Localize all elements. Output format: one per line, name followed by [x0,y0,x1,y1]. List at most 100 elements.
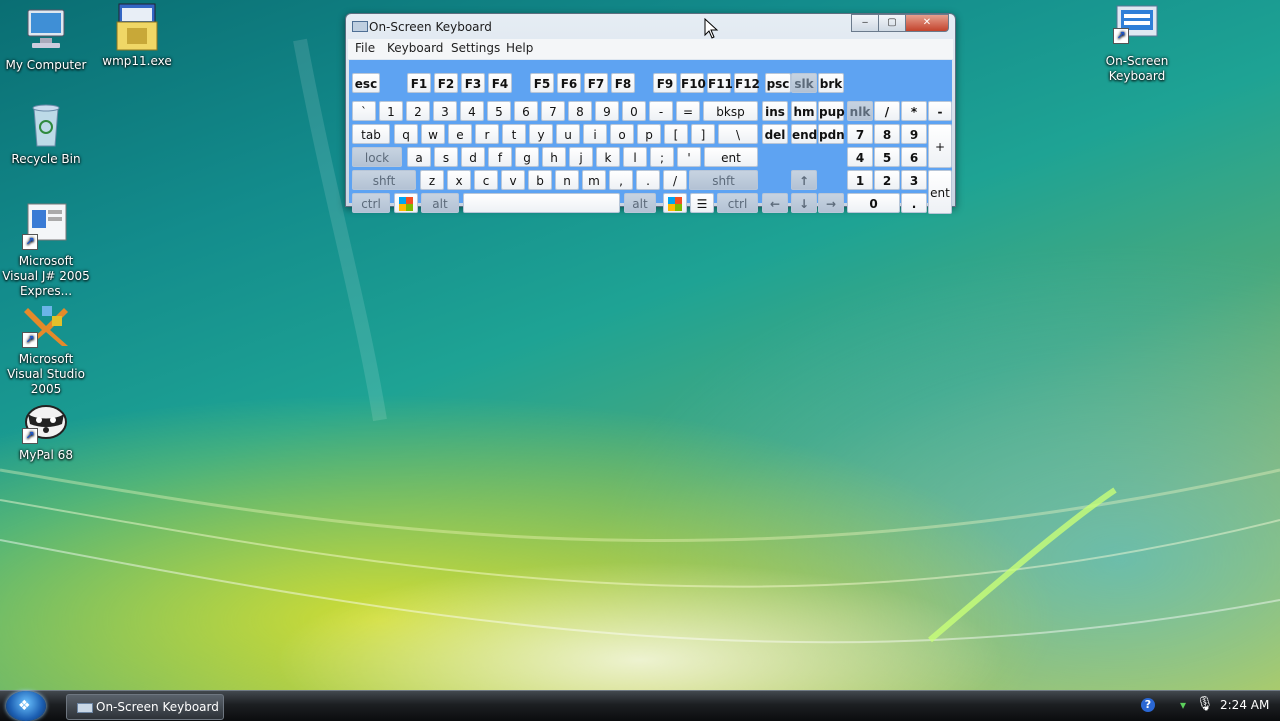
menu-file[interactable]: File [355,41,375,55]
key-2[interactable]: 2 [874,170,900,190]
key-symbol[interactable]: / [663,170,687,190]
key-symbol[interactable]: [ [664,124,688,144]
key-symbol[interactable]: ← [762,193,788,213]
key-i[interactable]: i [583,124,607,144]
key-x[interactable]: x [447,170,471,190]
desktop-icon-wmp11[interactable]: wmp11.exe [91,2,183,69]
network-icon[interactable]: ▾ [1180,698,1186,712]
key-F7[interactable]: F7 [584,73,608,93]
key-F9[interactable]: F9 [653,73,677,93]
key-tab[interactable]: tab [352,124,390,144]
key-symbol[interactable]: , [609,170,633,190]
key-symbol[interactable]: ' [677,147,701,167]
key-c[interactable]: c [474,170,498,190]
key-z[interactable]: z [420,170,444,190]
key-symbol[interactable]: ↑ [791,170,817,190]
key-esc[interactable]: esc [352,73,380,93]
system-clock[interactable]: 2:24 AM [1220,698,1269,712]
key-9[interactable]: 9 [595,101,619,121]
key-symbol[interactable]: . [901,193,927,213]
close-button[interactable]: ✕ [905,14,949,32]
key-del[interactable]: del [762,124,788,144]
key-F11[interactable]: F11 [707,73,733,93]
window-titlebar[interactable]: On-Screen Keyboard ‒ ▢ ✕ [346,14,955,38]
key-F2[interactable]: F2 [434,73,458,93]
key-symbol[interactable]: ` [352,101,376,121]
key-ctrl[interactable]: ctrl [717,193,758,213]
key-9[interactable]: 9 [901,124,927,144]
key-f[interactable]: f [488,147,512,167]
menu-settings[interactable]: Settings [451,41,500,55]
key-q[interactable]: q [394,124,418,144]
key-windows[interactable] [663,193,687,213]
key-m[interactable]: m [582,170,606,190]
key-y[interactable]: y [529,124,553,144]
key-w[interactable]: w [421,124,445,144]
key-space[interactable] [463,193,620,213]
key-1[interactable]: 1 [379,101,403,121]
key-p[interactable]: p [637,124,661,144]
key-a[interactable]: a [407,147,431,167]
desktop-icon-on-screen-keyboard[interactable]: ↗ On-Screen Keyboard [1091,2,1183,84]
key-l[interactable]: l [623,147,647,167]
desktop-icon-recycle-bin[interactable]: Recycle Bin [0,100,92,167]
key-ctrl[interactable]: ctrl [352,193,390,213]
key-nlk[interactable]: nlk [847,101,873,121]
key-r[interactable]: r [475,124,499,144]
key-7[interactable]: 7 [541,101,565,121]
key-windows[interactable] [394,193,418,213]
key-symbol[interactable]: ] [691,124,715,144]
key-s[interactable]: s [434,147,458,167]
key-0[interactable]: 0 [622,101,646,121]
key-F6[interactable]: F6 [557,73,581,93]
key-ent[interactable]: ent [704,147,758,167]
key-alt[interactable]: alt [421,193,459,213]
menu-help[interactable]: Help [506,41,533,55]
desktop-icon-vjsharp[interactable]: ↗ Microsoft Visual J# 2005 Expres... [0,202,92,299]
key-slk[interactable]: slk [791,73,817,93]
key-symbol[interactable]: - [928,101,952,121]
key-v[interactable]: v [501,170,525,190]
key-6[interactable]: 6 [514,101,538,121]
menu-keyboard[interactable]: Keyboard [387,41,443,55]
key-4[interactable]: 4 [460,101,484,121]
key-lock[interactable]: lock [352,147,402,167]
minimize-button[interactable]: ‒ [851,14,879,32]
key-F10[interactable]: F10 [680,73,706,93]
key-symbol[interactable]: * [901,101,927,121]
key-k[interactable]: k [596,147,620,167]
key-F4[interactable]: F4 [488,73,512,93]
key-brk[interactable]: brk [818,73,844,93]
key-symbol[interactable]: + [928,124,952,168]
key-symbol[interactable]: = [676,101,700,121]
key-menu[interactable]: ☰ [690,193,714,213]
key-symbol[interactable]: - [649,101,673,121]
taskbar-item-on-screen-keyboard[interactable]: On-Screen Keyboard [66,694,224,720]
key-4[interactable]: 4 [847,147,873,167]
key-shft[interactable]: shft [352,170,416,190]
key-5[interactable]: 5 [874,147,900,167]
key-6[interactable]: 6 [901,147,927,167]
key-5[interactable]: 5 [487,101,511,121]
key-pdn[interactable]: pdn [818,124,845,144]
key-F8[interactable]: F8 [611,73,635,93]
key-j[interactable]: j [569,147,593,167]
key-end[interactable]: end [791,124,817,144]
key-1[interactable]: 1 [847,170,873,190]
key-b[interactable]: b [528,170,552,190]
desktop-icon-mypal[interactable]: ↗ MyPal 68 [0,396,92,463]
key-symbol[interactable]: ; [650,147,674,167]
start-button[interactable]: ❖ [6,691,46,721]
key-symbol[interactable]: / [874,101,900,121]
key-F3[interactable]: F3 [461,73,485,93]
key-8[interactable]: 8 [568,101,592,121]
desktop-icon-my-computer[interactable]: My Computer [0,6,92,73]
key-8[interactable]: 8 [874,124,900,144]
key-symbol[interactable]: → [818,193,844,213]
key-pup[interactable]: pup [818,101,845,121]
key-3[interactable]: 3 [433,101,457,121]
key-shft[interactable]: shft [689,170,758,190]
key-7[interactable]: 7 [847,124,873,144]
key-psc[interactable]: psc [765,73,791,93]
microphone-icon[interactable]: 🎙 [1196,696,1214,712]
